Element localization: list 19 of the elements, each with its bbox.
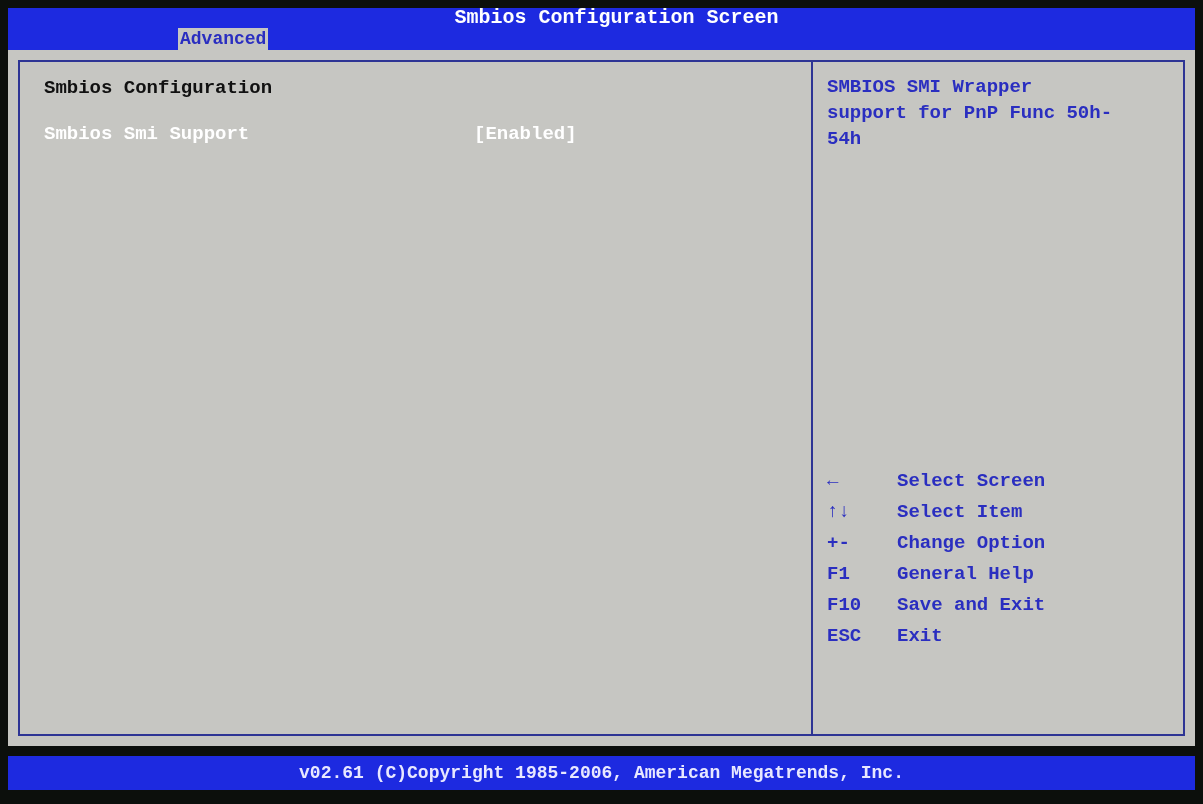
section-heading: Smbios Configuration xyxy=(44,76,274,100)
key-label: +- xyxy=(827,531,851,556)
setting-label[interactable]: Smbios Smi Support xyxy=(44,122,474,146)
key-label: F10 xyxy=(827,593,863,618)
key-action: Select Item xyxy=(897,500,1023,525)
copyright-text: v02.61 (C)Copyright 1985-2006, American Megatrends, Inc. xyxy=(299,761,904,785)
key-label: ESC xyxy=(827,624,863,649)
key-action: Save and Exit xyxy=(897,593,1046,618)
help-text: SMBIOS SMI Wrapper support for PnP Func 50h-54h xyxy=(827,75,1114,152)
key-label: ← xyxy=(827,469,840,494)
setting-value[interactable]: [Enabled] xyxy=(474,122,577,146)
menu-tab[interactable]: Advanced xyxy=(178,28,269,50)
key-label: F1 xyxy=(827,562,851,587)
key-action: Exit xyxy=(897,624,943,649)
key-label: ↑↓ xyxy=(827,500,851,525)
key-action: General Help xyxy=(897,562,1034,587)
key-action: Change Option xyxy=(897,531,1046,556)
key-action: Select Screen xyxy=(897,469,1046,494)
window-title: Smbios Configuration Screen xyxy=(454,8,779,28)
